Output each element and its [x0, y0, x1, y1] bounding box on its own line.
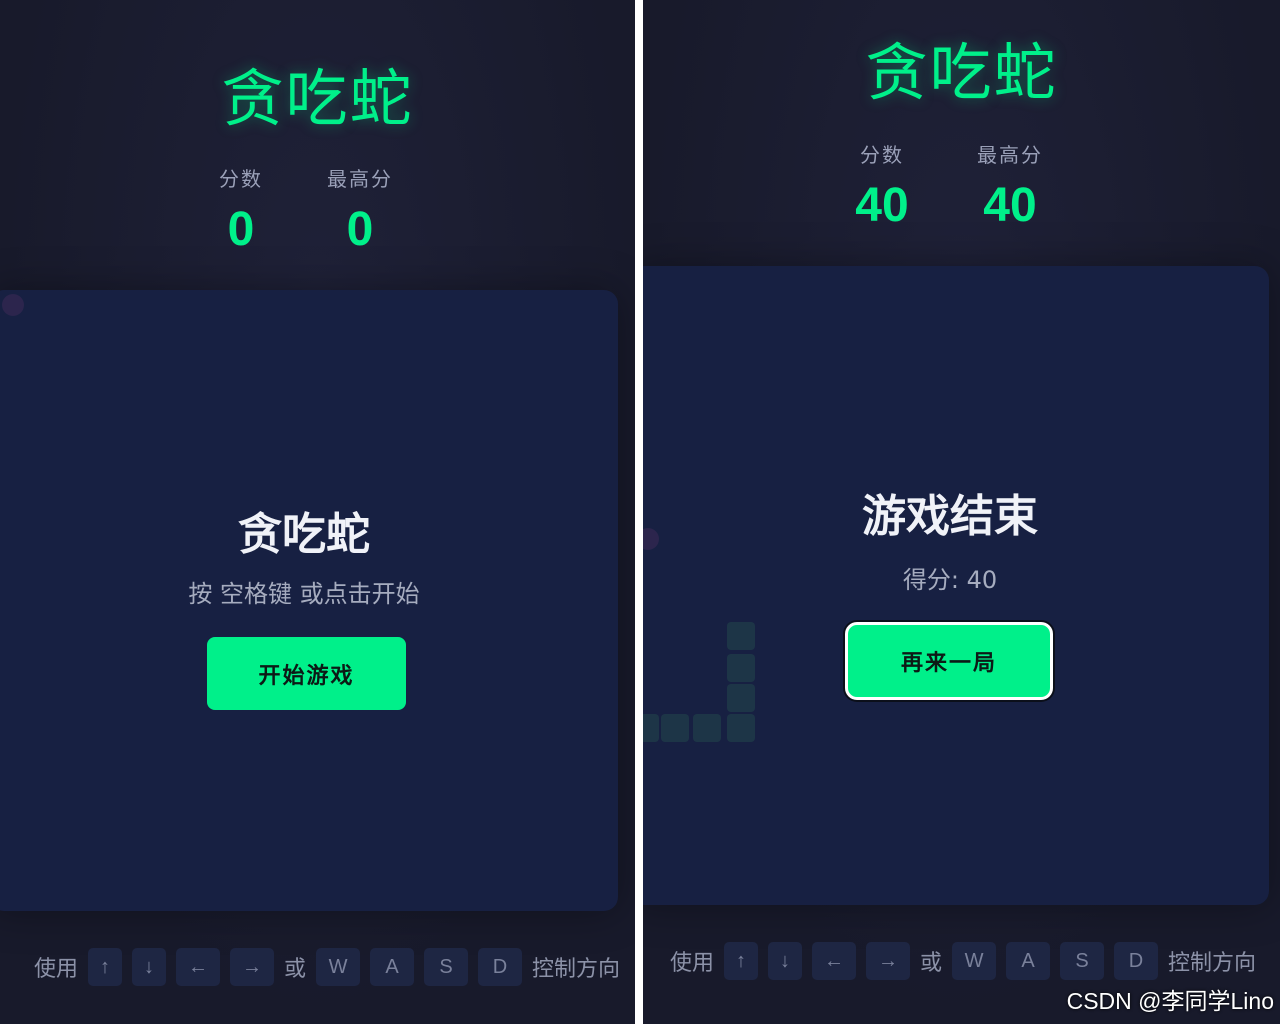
snake-segment: [727, 654, 755, 682]
game-title: 贪吃蛇: [221, 62, 414, 135]
controls-or: 或: [920, 951, 943, 976]
best-score-block: 最高分 40: [950, 139, 1070, 233]
game-over-title: 游戏结束: [862, 491, 1038, 542]
snake-segment: [643, 714, 659, 742]
key-right: →: [866, 942, 911, 980]
key-down: ↓: [132, 948, 167, 986]
key-d: D: [478, 948, 523, 986]
overlay-hint: 按 空格键 或点击开始: [188, 580, 420, 608]
key-a: A: [370, 948, 415, 986]
game-board[interactable]: 贪吃蛇 按 空格键 或点击开始 开始游戏: [0, 290, 618, 911]
key-w: W: [316, 948, 361, 986]
key-a: A: [1006, 942, 1051, 980]
score-label: 分数: [860, 143, 904, 167]
start-game-button[interactable]: 开始游戏: [207, 637, 406, 710]
restart-button[interactable]: 再来一局: [845, 622, 1053, 700]
snake-segment: [727, 684, 755, 712]
controls-hint: 使用 ↑ ↓ ← → 或 W A S D 控制方向: [670, 942, 1256, 980]
key-right: →: [230, 948, 275, 986]
controls-or: 或: [284, 957, 307, 982]
score-block: 分数 0: [181, 163, 301, 257]
controls-prefix: 使用: [34, 957, 79, 982]
key-up: ↑: [88, 948, 123, 986]
start-screen-panel: 贪吃蛇 分数 0 最高分 0 贪吃蛇 按 空格键 或点击开始 开始游戏 使用 ↑…: [0, 0, 635, 1024]
snake-segment: [727, 622, 755, 650]
controls-suffix: 控制方向: [532, 957, 621, 982]
game-over-panel: 贪吃蛇 分数 40 最高分 40 游戏结束 得分: 40 再来一局 使用 ↑ ↓…: [643, 0, 1280, 1024]
best-score-block: 最高分 0: [300, 163, 420, 257]
food-dot: [2, 294, 24, 316]
score-label: 分数: [219, 167, 263, 191]
snake-segment: [727, 714, 755, 742]
watermark-text: CSDN @李同学Lino: [1066, 988, 1274, 1014]
score-value: 40: [855, 179, 909, 232]
overlay-title: 贪吃蛇: [238, 509, 370, 560]
key-s: S: [424, 948, 469, 986]
final-score-text: 得分: 40: [902, 566, 998, 594]
key-d: D: [1114, 942, 1159, 980]
best-score-value: 40: [983, 179, 1037, 232]
score-block: 分数 40: [822, 139, 942, 233]
controls-hint: 使用 ↑ ↓ ← → 或 W A S D 控制方向: [34, 948, 620, 986]
key-up: ↑: [724, 942, 759, 980]
best-score-label: 最高分: [977, 143, 1043, 167]
key-s: S: [1060, 942, 1105, 980]
game-title: 贪吃蛇: [865, 36, 1058, 109]
key-left: ←: [812, 942, 857, 980]
key-down: ↓: [768, 942, 803, 980]
best-score-label: 最高分: [327, 167, 393, 191]
game-board[interactable]: 游戏结束 得分: 40 再来一局: [643, 266, 1269, 905]
key-w: W: [952, 942, 997, 980]
controls-suffix: 控制方向: [1168, 951, 1257, 976]
snake-segment: [693, 714, 721, 742]
controls-prefix: 使用: [670, 951, 715, 976]
snake-segment: [661, 714, 689, 742]
best-score-value: 0: [346, 203, 374, 256]
score-value: 0: [227, 203, 255, 256]
panel-divider: [635, 0, 643, 1024]
key-left: ←: [176, 948, 221, 986]
